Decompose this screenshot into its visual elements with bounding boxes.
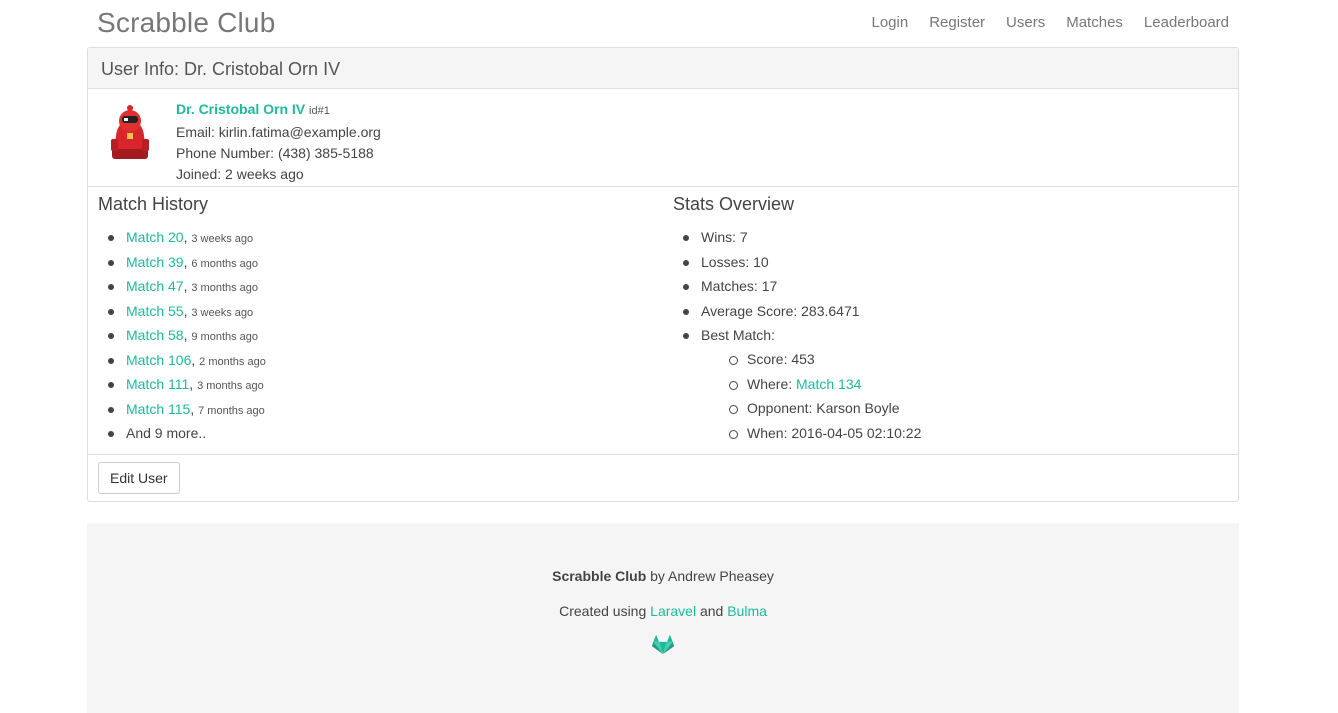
match-history-list: Match 20, 3 weeks ago Match 39, 6 months… — [98, 227, 658, 448]
user-joined: Joined: 2 weeks ago — [176, 166, 304, 182]
match-link[interactable]: Match 47 — [126, 278, 184, 294]
user-email: Email: kirlin.fatima@example.org — [176, 124, 381, 140]
footer-brand: Scrabble Club — [552, 568, 647, 584]
page-footer: Scrabble Club by Andrew Pheasey Created … — [87, 523, 1239, 713]
nav-login[interactable]: Login — [871, 14, 908, 31]
match-history: Match History Match 20, 3 weeks ago Matc… — [98, 187, 658, 448]
nav-matches[interactable]: Matches — [1066, 14, 1123, 31]
edit-user-button[interactable]: Edit User — [98, 462, 180, 494]
stat-matches: Matches: 17 — [683, 276, 1233, 301]
nav-links: Login Register Users Matches Leaderboard — [850, 14, 1229, 31]
list-item: Match 111, 3 months ago — [108, 374, 658, 399]
more-matches: And 9 more.. — [108, 423, 658, 448]
stat-best-match: Best Match: Score: 453 Where: Match 134 … — [683, 325, 1233, 447]
list-item: Match 39, 6 months ago — [108, 252, 658, 277]
best-score: Score: 453 — [729, 349, 1233, 374]
match-link[interactable]: Match 106 — [126, 352, 191, 368]
match-link[interactable]: Match 55 — [126, 303, 184, 319]
navbar: Scrabble Club Login Register Users Match… — [87, 0, 1239, 47]
best-opponent: Opponent: Karson Boyle — [729, 398, 1233, 423]
user-name-link[interactable]: Dr. Cristobal Orn IV — [176, 101, 305, 117]
footer-author: by Andrew Pheasey — [650, 568, 774, 584]
match-link[interactable]: Match 111 — [126, 376, 189, 392]
match-history-title: Match History — [98, 194, 209, 214]
best-when: When: 2016-04-05 02:10:22 — [729, 423, 1233, 448]
footer-and: and — [699, 603, 724, 619]
gitlab-icon[interactable] — [652, 634, 674, 656]
best-match-list: Score: 453 Where: Match 134 Opponent: Ka… — [701, 349, 1233, 447]
match-link[interactable]: Match 20 — [126, 229, 184, 245]
nav-register[interactable]: Register — [929, 14, 985, 31]
list-item: Match 106, 2 months ago — [108, 350, 658, 375]
user-info: Dr. Cristobal Orn IV id#1 Email: kirlin.… — [176, 99, 381, 185]
panel-heading: User Info: Dr. Cristobal Orn IV — [88, 48, 1238, 89]
nav-users[interactable]: Users — [1006, 14, 1045, 31]
match-ago: 3 weeks ago — [191, 233, 254, 245]
match-ago: 3 months ago — [191, 282, 259, 294]
stat-average: Average Score: 283.6471 — [683, 301, 1233, 326]
nav-leaderboard[interactable]: Leaderboard — [1144, 14, 1229, 31]
list-item: Match 115, 7 months ago — [108, 399, 658, 424]
stat-losses: Losses: 10 — [683, 252, 1233, 277]
match-ago: 2 months ago — [199, 355, 266, 368]
match-ago: 3 weeks ago — [191, 306, 254, 319]
match-link[interactable]: Match 115 — [126, 401, 190, 417]
footer-created: Created using Laravel and Bulma — [87, 603, 1239, 619]
details-columns: Match History Match 20, 3 weeks ago Matc… — [88, 187, 1238, 455]
stats-overview: Stats Overview Wins: 7 Losses: 10 Matche… — [673, 187, 1233, 447]
best-match-link[interactable]: Match 134 — [796, 376, 861, 392]
avatar — [111, 105, 149, 159]
match-link[interactable]: Match 58 — [126, 327, 184, 343]
brand-title[interactable]: Scrabble Club — [97, 7, 275, 39]
match-link[interactable]: Match 39 — [126, 254, 184, 270]
match-ago: 3 months ago — [197, 380, 264, 392]
list-item: Match 47, 3 months ago — [108, 276, 658, 301]
list-item: Match 55, 3 weeks ago — [108, 301, 658, 326]
best-where-label: Where: — [747, 375, 793, 392]
list-item: Match 20, 3 weeks ago — [108, 227, 658, 252]
user-block: Dr. Cristobal Orn IV id#1 Email: kirlin.… — [88, 89, 1238, 187]
user-panel: User Info: Dr. Cristobal Orn IV Dr. Cris… — [87, 47, 1239, 502]
match-ago: 9 months ago — [191, 331, 259, 343]
match-ago: 7 months ago — [198, 404, 265, 417]
user-phone: Phone Number: (438) 385-5188 — [176, 145, 374, 161]
panel-footer: Edit User — [88, 455, 1238, 501]
user-id: id#1 — [309, 105, 330, 117]
list-item: Match 58, 9 months ago — [108, 325, 658, 350]
best-match-label: Best Match: — [701, 327, 775, 343]
stat-wins: Wins: 7 — [683, 227, 1233, 252]
footer-created-label: Created using — [559, 603, 647, 619]
bulma-link[interactable]: Bulma — [727, 603, 767, 619]
stats-title: Stats Overview — [673, 194, 795, 214]
stats-list: Wins: 7 Losses: 10 Matches: 17 Average S… — [673, 227, 1233, 447]
best-where: Where: Match 134 — [729, 374, 1233, 399]
laravel-link[interactable]: Laravel — [650, 603, 696, 619]
footer-credit: Scrabble Club by Andrew Pheasey — [87, 568, 1239, 584]
match-ago: 6 months ago — [191, 257, 259, 270]
